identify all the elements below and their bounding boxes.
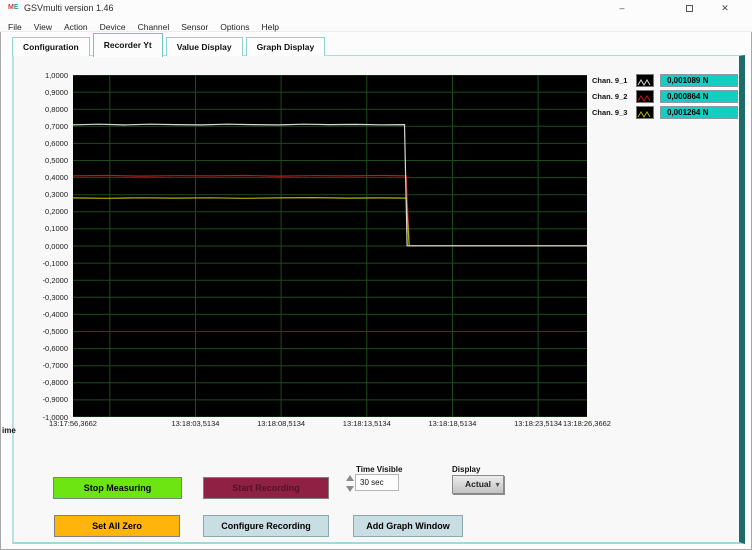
series-line-chan-9-1	[73, 123, 587, 247]
close-button[interactable]: ✕	[709, 0, 741, 17]
x-tick-label: 13:18:26,3662	[563, 419, 611, 428]
y-tick-label: 0,0000	[45, 241, 68, 251]
channel-value-box: 0,001264 N	[660, 106, 738, 119]
set-all-zero-button[interactable]: Set All Zero	[54, 515, 180, 537]
series-line-chan-9-3	[73, 196, 587, 247]
chart-canvas	[73, 75, 587, 417]
y-tick-label: 0,1000	[45, 224, 68, 234]
tab-configuration[interactable]: Configuration	[12, 37, 90, 56]
start-recording-button[interactable]: Start Recording	[203, 477, 329, 499]
time-visible-increment-icon[interactable]	[346, 475, 354, 481]
series-line-chan-9-2	[73, 174, 587, 247]
time-visible-input[interactable]: 30 sec	[355, 474, 399, 491]
y-tick-label: -0,2000	[42, 275, 68, 285]
x-tick-label: 13:18:13,5134	[342, 419, 391, 428]
tab-graph-display[interactable]: Graph Display	[245, 37, 326, 56]
y-tick-label: 0,7000	[45, 121, 68, 131]
x-tick-label: 13:17:56,3662	[49, 419, 97, 428]
y-tick-label: 0,5000	[45, 156, 68, 165]
y-tick-label: -0,7000	[42, 361, 68, 371]
display-label: Display	[452, 465, 481, 474]
x-tick-label: 13:18:08,5134	[257, 419, 306, 428]
display-dropdown-value: Actual	[465, 479, 491, 489]
channel-value-box: 0,001089 N	[660, 74, 738, 87]
display-dropdown[interactable]: Actual ▼	[452, 475, 504, 494]
legend-channel-label: Chan. 9_2	[592, 92, 628, 101]
configure-recording-button[interactable]: Configure Recording	[203, 515, 329, 537]
y-tick-label: -0,6000	[42, 344, 68, 354]
y-tick-label: -0,5000	[42, 327, 68, 336]
maximize-button[interactable]	[673, 0, 705, 17]
time-axis-label: ime	[2, 426, 16, 435]
y-tick-label: 0,2000	[45, 207, 68, 217]
minimize-button[interactable]: –	[606, 0, 638, 17]
y-tick-label: 0,6000	[45, 138, 68, 148]
plot-area	[73, 75, 587, 417]
x-tick-label: 13:18:03,5134	[171, 419, 220, 428]
y-tick-label: 0,3000	[45, 190, 68, 200]
y-tick-label: -0,1000	[42, 258, 68, 268]
stop-measuring-button[interactable]: Stop Measuring	[53, 477, 182, 499]
menu-bar: File View Action Device Channel Sensor Options…	[0, 17, 752, 32]
maximize-icon	[685, 5, 693, 13]
app-logo-icon: ME	[8, 4, 19, 11]
add-graph-window-button[interactable]: Add Graph Window	[353, 515, 463, 537]
y-tick-label: 1,0000	[45, 70, 68, 80]
tab-value-display[interactable]: Value Display	[165, 37, 243, 56]
tab-recorder-yt[interactable]: Recorder Yt	[92, 33, 163, 57]
chevron-down-icon: ▼	[494, 482, 501, 489]
legend-waveform-icon[interactable]	[636, 106, 654, 119]
y-tick-label: -0,8000	[42, 378, 68, 388]
y-tick-label: 0,9000	[45, 87, 68, 97]
app-window: ME GSVmulti version 1.46 – ✕ File View Act…	[0, 0, 752, 550]
legend-channel-label: Chan. 9_3	[592, 108, 628, 117]
y-tick-label: 0,8000	[45, 104, 68, 114]
channel-value-box: 0,000864 N	[660, 90, 738, 103]
legend-channel-label: Chan. 9_1	[592, 76, 628, 85]
x-tick-label: 13:18:18,5134	[428, 419, 477, 428]
y-tick-label: -0,4000	[42, 309, 68, 319]
y-tick-label: -0,3000	[42, 292, 68, 302]
legend-waveform-icon[interactable]	[636, 90, 654, 103]
y-tick-label: 0,4000	[45, 173, 68, 183]
time-visible-decrement-icon[interactable]	[346, 486, 354, 492]
window-title: GSVmulti version 1.46	[24, 3, 114, 13]
y-tick-label: -0,9000	[42, 395, 68, 405]
tab-strip: Configuration Recorder Yt Value Display Gra…	[12, 31, 328, 57]
legend-waveform-icon[interactable]	[636, 74, 654, 87]
title-bar: ME GSVmulti version 1.46 – ✕	[0, 0, 752, 17]
time-visible-label: Time Visible	[356, 465, 403, 474]
